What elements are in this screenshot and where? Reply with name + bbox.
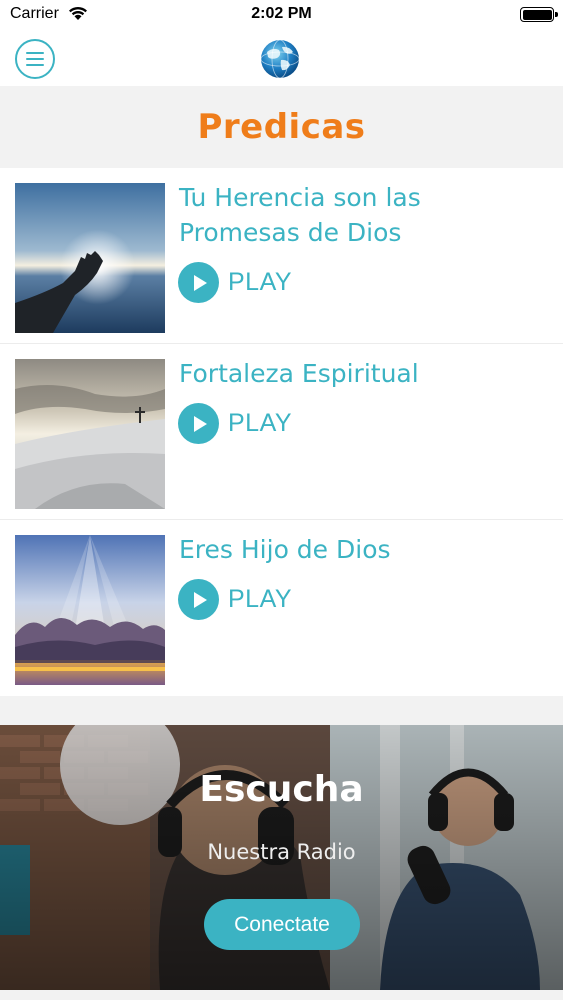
play-icon[interactable] [178, 403, 219, 444]
radio-title: Escucha [199, 769, 364, 810]
play-label[interactable]: PLAY [228, 585, 292, 614]
play-label[interactable]: PLAY [228, 268, 292, 297]
list-item[interactable]: Tu Herencia son las Promesas de Dios PLA… [0, 168, 563, 344]
battery-full-icon [520, 7, 558, 22]
list-item[interactable]: Eres Hijo de Dios PLAY [0, 520, 563, 696]
sermon-thumbnail[interactable] [15, 359, 165, 509]
sermon-thumbnail[interactable] [15, 535, 165, 685]
page-title: Predicas [197, 107, 366, 147]
hamburger-menu-icon[interactable] [15, 39, 55, 79]
section-header: Predicas [0, 86, 563, 168]
connect-button[interactable]: Conectate [204, 899, 360, 950]
radio-subtitle: Nuestra Radio [207, 840, 356, 864]
sermon-list: Tu Herencia son las Promesas de Dios PLA… [0, 168, 563, 696]
list-item[interactable]: Fortaleza Espiritual PLAY [0, 344, 563, 520]
play-button[interactable]: PLAY [178, 403, 292, 444]
sermon-title[interactable]: Eres Hijo de Dios [179, 532, 549, 567]
play-icon[interactable] [178, 262, 219, 303]
sermon-title[interactable]: Tu Herencia son las Promesas de Dios [179, 180, 549, 250]
bottom-strip [0, 990, 563, 1000]
nav-bar [0, 30, 563, 86]
play-icon[interactable] [178, 579, 219, 620]
play-button[interactable]: PLAY [178, 579, 292, 620]
radio-banner: Escucha Nuestra Radio Conectate [0, 725, 563, 990]
play-button[interactable]: PLAY [178, 262, 292, 303]
sermon-thumbnail[interactable] [15, 183, 165, 333]
status-bar: Carrier 2:02 PM [0, 0, 563, 30]
play-label[interactable]: PLAY [228, 409, 292, 438]
globe-logo-icon[interactable] [259, 38, 301, 80]
sermon-title[interactable]: Fortaleza Espiritual [179, 356, 549, 391]
clock: 2:02 PM [251, 5, 312, 22]
